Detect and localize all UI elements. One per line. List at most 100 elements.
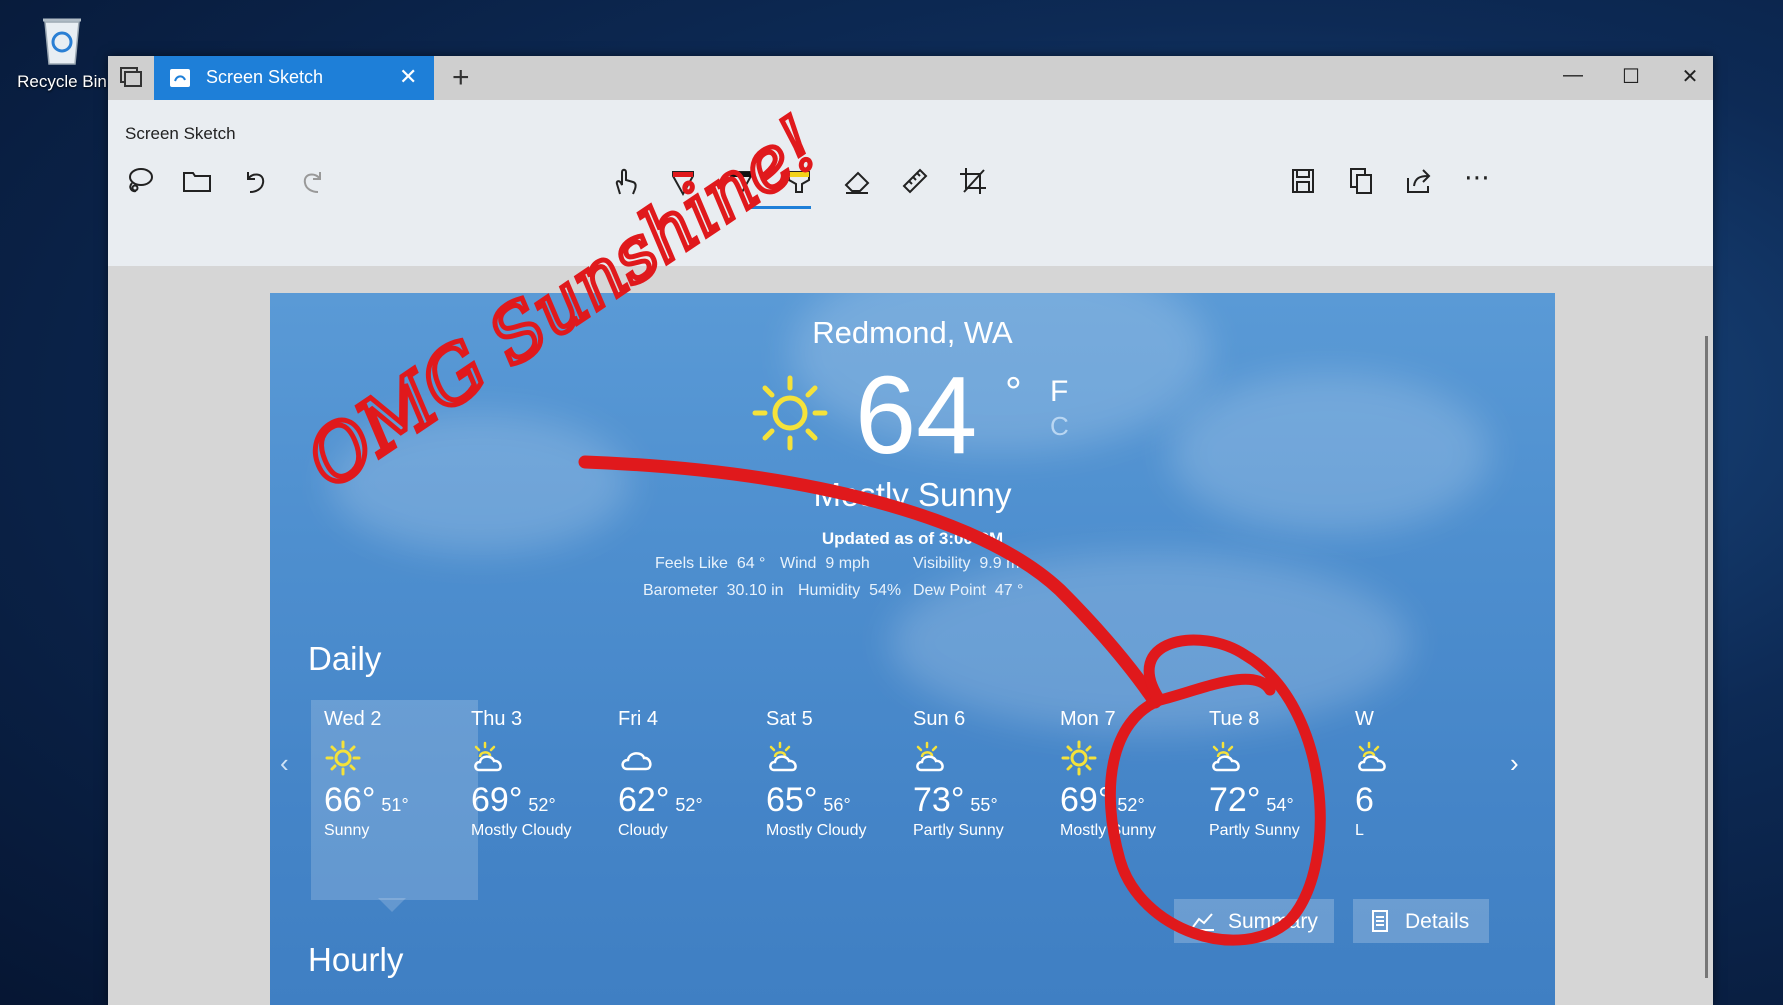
day-condition: Cloudy bbox=[618, 822, 668, 839]
selected-day-pointer bbox=[378, 898, 406, 912]
forecast-day-6[interactable]: Tue 8 72° 54° Partly Sunny bbox=[1209, 708, 1369, 840]
close-window-button[interactable]: ✕ bbox=[1670, 64, 1710, 89]
set-aside-tabs-icon[interactable] bbox=[118, 65, 144, 91]
minimize-button[interactable]: — bbox=[1553, 64, 1593, 87]
close-tab-icon[interactable]: ✕ bbox=[399, 64, 417, 90]
high-temp: 73° bbox=[913, 781, 965, 819]
highlighter-icon[interactable] bbox=[782, 164, 820, 202]
forecast-day-7[interactable]: W 6 L bbox=[1355, 708, 1515, 840]
day-condition: Mostly Cloudy bbox=[766, 822, 867, 839]
low-temp: 52° bbox=[1117, 795, 1145, 815]
detail-item: Visibility 9.9 mi bbox=[913, 555, 1023, 572]
day-condition: L bbox=[1355, 822, 1364, 839]
summary-button[interactable]: Summary bbox=[1174, 899, 1334, 943]
high-temp: 72° bbox=[1209, 781, 1261, 819]
document-icon bbox=[1371, 909, 1389, 939]
day-name: Mon 7 bbox=[1060, 708, 1116, 730]
detail-item: Feels Like 64 ° bbox=[655, 555, 766, 572]
forecast-day-3[interactable]: Sat 5 65° 56° Mostly Cloudy bbox=[766, 708, 926, 840]
previous-days-button[interactable]: ‹ bbox=[280, 748, 289, 779]
new-tab-button[interactable]: + bbox=[452, 61, 470, 95]
partly-cloudy-icon bbox=[1355, 739, 1393, 777]
low-temp: 51° bbox=[381, 795, 409, 815]
eraser-icon[interactable] bbox=[840, 164, 878, 202]
detail-item: Dew Point 47 ° bbox=[913, 582, 1024, 599]
tab-label: Screen Sketch bbox=[206, 67, 324, 87]
open-folder-icon[interactable] bbox=[180, 164, 218, 202]
updated-time: Updated as of 3:00 PM bbox=[821, 529, 1004, 548]
details-label: Details bbox=[1405, 910, 1470, 933]
screen-sketch-app-icon bbox=[168, 66, 192, 95]
low-temp: 52° bbox=[675, 795, 703, 815]
redo-icon[interactable] bbox=[296, 164, 334, 202]
current-temperature: 64 bbox=[855, 354, 978, 477]
undo-icon[interactable] bbox=[238, 164, 276, 202]
cloud-icon bbox=[618, 739, 656, 777]
day-name: Sun 6 bbox=[913, 708, 966, 730]
day-name: Thu 3 bbox=[471, 708, 523, 730]
hourly-heading: Hourly bbox=[308, 941, 404, 978]
high-temp: 69° bbox=[471, 781, 523, 819]
low-temp: 56° bbox=[823, 795, 851, 815]
touch-writing-icon[interactable] bbox=[608, 164, 646, 202]
high-temp: 66° bbox=[324, 781, 376, 819]
crop-icon[interactable] bbox=[956, 164, 994, 202]
day-name: W bbox=[1355, 708, 1374, 730]
forecast-day-0[interactable]: Wed 2 66° 51° Sunny bbox=[324, 708, 484, 840]
day-name: Fri 4 bbox=[618, 708, 658, 730]
high-temp: 6 bbox=[1355, 781, 1374, 819]
summary-label: Summary bbox=[1228, 910, 1318, 933]
vertical-scrollbar[interactable] bbox=[1705, 336, 1708, 978]
chart-icon bbox=[1190, 910, 1216, 938]
ruler-icon[interactable] bbox=[898, 164, 936, 202]
forecast-day-1[interactable]: Thu 3 69° 52° Mostly Cloudy bbox=[471, 708, 631, 840]
day-condition: Mostly Sunny bbox=[1060, 822, 1157, 839]
day-condition: Sunny bbox=[324, 822, 370, 839]
sun-icon bbox=[750, 373, 830, 453]
high-temp: 69° bbox=[1060, 781, 1112, 819]
forecast-day-5[interactable]: Mon 7 69° 52° Mostly Sunny bbox=[1060, 708, 1220, 840]
app-title: Screen Sketch bbox=[125, 124, 236, 143]
more-options-button[interactable]: ⋯ bbox=[1464, 162, 1490, 193]
title-bar: Screen Sketch ✕ + — ☐ ✕ bbox=[108, 56, 1713, 100]
lasso-icon[interactable] bbox=[122, 164, 160, 202]
share-icon[interactable] bbox=[1402, 164, 1440, 202]
details-button[interactable]: Details bbox=[1353, 899, 1489, 943]
day-name: Sat 5 bbox=[766, 708, 813, 730]
sun-icon bbox=[324, 739, 362, 777]
active-tool-indicator bbox=[745, 206, 811, 209]
unit-celsius[interactable]: C bbox=[1050, 411, 1069, 442]
recycle-bin-desktop-icon[interactable]: Recycle Bin bbox=[14, 14, 110, 104]
captured-weather-screenshot: Redmond, WA 64 ° F C Mostly Sunny Update… bbox=[270, 293, 1555, 1005]
day-name: Wed 2 bbox=[324, 708, 382, 730]
ballpoint-pen-icon[interactable] bbox=[666, 164, 704, 202]
daily-heading: Daily bbox=[308, 640, 382, 677]
sun-icon bbox=[1060, 739, 1098, 777]
partly-cloudy-icon bbox=[1209, 739, 1247, 777]
day-name: Tue 8 bbox=[1209, 708, 1260, 730]
high-temp: 65° bbox=[766, 781, 818, 819]
detail-item: Barometer 30.10 in bbox=[643, 582, 784, 599]
maximize-button[interactable]: ☐ bbox=[1611, 64, 1651, 89]
unit-fahrenheit[interactable]: F bbox=[1050, 375, 1068, 409]
forecast-day-2[interactable]: Fri 4 62° 52° Cloudy bbox=[618, 708, 778, 840]
recycle-bin-label: Recycle Bin bbox=[17, 72, 107, 91]
save-icon[interactable] bbox=[1286, 164, 1324, 202]
day-condition: Partly Sunny bbox=[1209, 822, 1300, 839]
low-temp: 55° bbox=[970, 795, 998, 815]
pencil-icon[interactable] bbox=[724, 164, 762, 202]
day-condition: Partly Sunny bbox=[913, 822, 1004, 839]
recycle-bin-icon bbox=[39, 14, 85, 66]
detail-item: Humidity 54% bbox=[798, 582, 902, 599]
partly-cloudy-icon bbox=[913, 739, 951, 777]
tab-screen-sketch[interactable]: Screen Sketch ✕ bbox=[154, 56, 434, 100]
copy-icon[interactable] bbox=[1344, 164, 1382, 202]
day-condition: Mostly Cloudy bbox=[471, 822, 572, 839]
low-temp: 52° bbox=[528, 795, 556, 815]
detail-item: Wind 9 mph bbox=[780, 555, 870, 572]
partly-cloudy-icon bbox=[766, 739, 804, 777]
high-temp: 62° bbox=[618, 781, 670, 819]
forecast-day-4[interactable]: Sun 6 73° 55° Partly Sunny bbox=[913, 708, 1073, 840]
weather-location: Redmond, WA bbox=[812, 315, 1013, 350]
degree-symbol: ° bbox=[1005, 368, 1022, 415]
